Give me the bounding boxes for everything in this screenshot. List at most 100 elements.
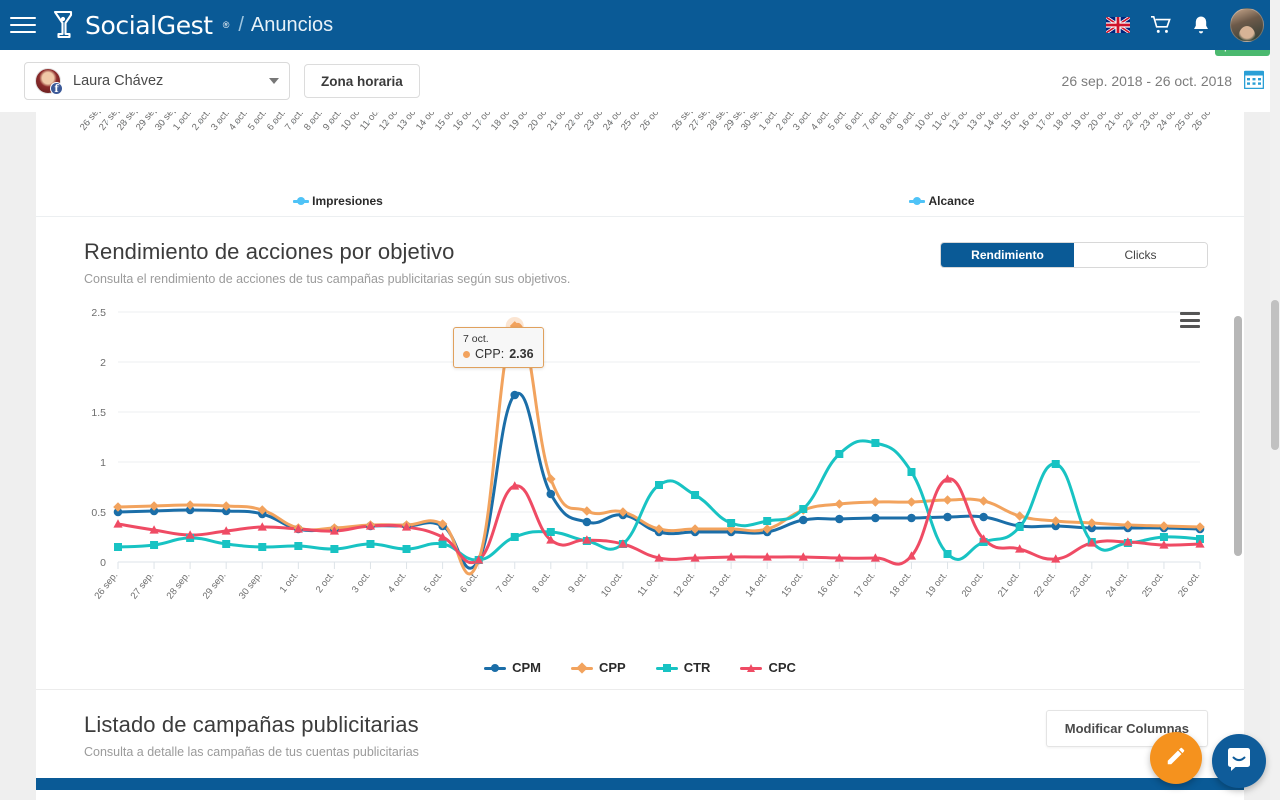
impresiones-legend[interactable]: Impresiones (36, 194, 640, 208)
tab-clicks[interactable]: Clicks (1074, 243, 1207, 267)
shopping-cart-icon[interactable] (1150, 15, 1172, 35)
x-axis-tick-label: 19 oct. (924, 570, 950, 599)
data-point-marker[interactable] (870, 497, 881, 507)
alcance-legend[interactable]: Alcance (640, 194, 1244, 208)
impresiones-x-labels: 26 sep. 27 sep. 28 sep. 29 sep. 30 sep. 1 oct… (36, 112, 664, 174)
x-axis-tick-label: 7 oct. (494, 570, 517, 595)
data-point-marker[interactable] (798, 515, 808, 525)
data-point-marker[interactable] (727, 519, 736, 527)
data-point-marker[interactable] (114, 543, 122, 551)
chart-context-menu-icon[interactable] (1180, 312, 1200, 328)
date-range-control: ¡Nuevo! 26 sep. 2018 - 26 oct. 2018 (1062, 37, 1270, 94)
hamburger-menu-icon[interactable] (10, 14, 36, 36)
y-axis-tick-label: 0 (100, 557, 106, 569)
data-point-marker[interactable] (979, 512, 988, 522)
legend-swatch (570, 661, 593, 674)
data-point-marker[interactable] (1159, 533, 1168, 541)
data-point-marker[interactable] (438, 540, 447, 548)
breadcrumb-separator: / (238, 13, 244, 36)
x-axis-tick-label: 8 oct. (530, 570, 553, 595)
legend-item-cpc[interactable]: CPC (740, 660, 796, 675)
legend-label: CPM (512, 660, 541, 675)
data-point-marker[interactable] (834, 499, 845, 509)
performance-section-header: Rendimiento de acciones por objetivo Con… (36, 217, 1244, 286)
data-point-marker[interactable] (943, 512, 952, 522)
data-point-marker[interactable] (1051, 460, 1060, 468)
legend-swatch (655, 663, 678, 673)
data-point-marker[interactable] (1015, 523, 1024, 531)
data-point-marker[interactable] (906, 497, 917, 507)
x-axis-tick-label: 16 oct. (815, 570, 841, 599)
data-point-marker[interactable] (582, 517, 592, 527)
tab-rendimiento[interactable]: Rendimiento (941, 243, 1074, 267)
notification-bell-icon[interactable] (1192, 15, 1210, 36)
data-point-marker[interactable] (222, 540, 231, 548)
legend-swatch (484, 663, 507, 673)
data-point-marker[interactable] (510, 390, 520, 400)
account-selector[interactable]: f Laura Chávez (24, 62, 290, 100)
hamburger-line (10, 31, 36, 33)
user-avatar[interactable] (1230, 8, 1264, 42)
account-name: Laura Chávez (73, 73, 164, 89)
data-point-marker[interactable] (871, 439, 880, 447)
chart-scrollbar[interactable] (1234, 316, 1242, 556)
legend-label: CPP (598, 660, 626, 675)
data-point-marker[interactable] (907, 513, 916, 523)
data-point-marker[interactable] (258, 543, 267, 551)
data-point-marker[interactable] (763, 517, 772, 525)
hamburger-line (10, 17, 36, 19)
tooltip-series-dot (463, 350, 470, 358)
timezone-button[interactable]: Zona horaria (304, 64, 420, 98)
legend-item-cpp[interactable]: CPP (570, 660, 626, 675)
data-point-marker[interactable] (943, 550, 952, 558)
data-point-marker[interactable] (835, 450, 844, 458)
data-point-marker[interactable] (546, 528, 555, 536)
legend-item-ctr[interactable]: CTR (655, 660, 710, 675)
data-point-marker[interactable] (330, 545, 339, 553)
legend-item-cpm[interactable]: CPM (484, 660, 541, 675)
data-point-marker[interactable] (978, 496, 989, 506)
data-point-marker[interactable] (799, 505, 808, 513)
hamburger-line (10, 24, 36, 26)
calendar-icon[interactable] (1243, 69, 1265, 94)
campaigns-table-header-bar (36, 778, 1244, 790)
brand-logo[interactable]: SocialGest ® (50, 10, 229, 40)
series-line-ctr (116, 439, 1202, 562)
data-point-marker[interactable] (942, 495, 953, 505)
x-axis-tick-label: 24 oct. (1104, 570, 1130, 599)
data-point-marker[interactable] (546, 489, 556, 499)
data-point-marker[interactable] (150, 541, 159, 549)
top-navigation-bar: SocialGest ® / Anuncios (0, 0, 1280, 50)
data-point-marker[interactable] (402, 545, 411, 553)
x-axis-tick-label: 21 oct. (996, 570, 1022, 599)
account-avatar: f (35, 68, 63, 95)
x-axis-tick-label: 14 oct. (743, 570, 769, 599)
x-axis-tick-label: 9 oct. (566, 570, 589, 595)
data-point-marker[interactable] (510, 533, 519, 541)
page-scrollbar[interactable] (1270, 0, 1280, 800)
data-point-marker[interactable] (871, 513, 880, 523)
chevron-down-icon (269, 78, 279, 84)
date-range-text[interactable]: 26 sep. 2018 - 26 oct. 2018 (1062, 73, 1232, 89)
brand-name: SocialGest (85, 10, 213, 40)
campaigns-subtitle: Consulta a detalle las campañas de tus c… (84, 745, 419, 759)
y-axis-tick-label: 0.5 (91, 507, 106, 519)
data-point-marker[interactable] (655, 481, 663, 489)
data-point-marker[interactable] (907, 468, 916, 476)
data-point-marker[interactable] (835, 514, 844, 524)
alcance-x-labels: 26 sep. 27 sep. 28 sep. 29 sep. 30 sep. 1 oct… (640, 112, 1244, 174)
x-axis-tick-label: 26 sep. (93, 570, 121, 601)
top-nav-actions (1106, 8, 1264, 42)
data-point-marker[interactable] (294, 542, 303, 550)
data-point-marker[interactable] (1014, 511, 1025, 521)
edit-fab-button[interactable] (1150, 732, 1202, 784)
intercom-chat-icon (1225, 745, 1253, 778)
page-scrollbar-thumb[interactable] (1271, 300, 1279, 450)
data-point-marker[interactable] (582, 506, 592, 516)
chat-fab-button[interactable] (1212, 734, 1266, 788)
x-axis-tick-label: 27 sep. (129, 570, 157, 601)
data-point-marker[interactable] (366, 540, 375, 548)
data-point-marker[interactable] (691, 491, 700, 499)
socialgest-glass-icon (50, 10, 76, 40)
uk-flag-icon[interactable] (1106, 17, 1130, 33)
